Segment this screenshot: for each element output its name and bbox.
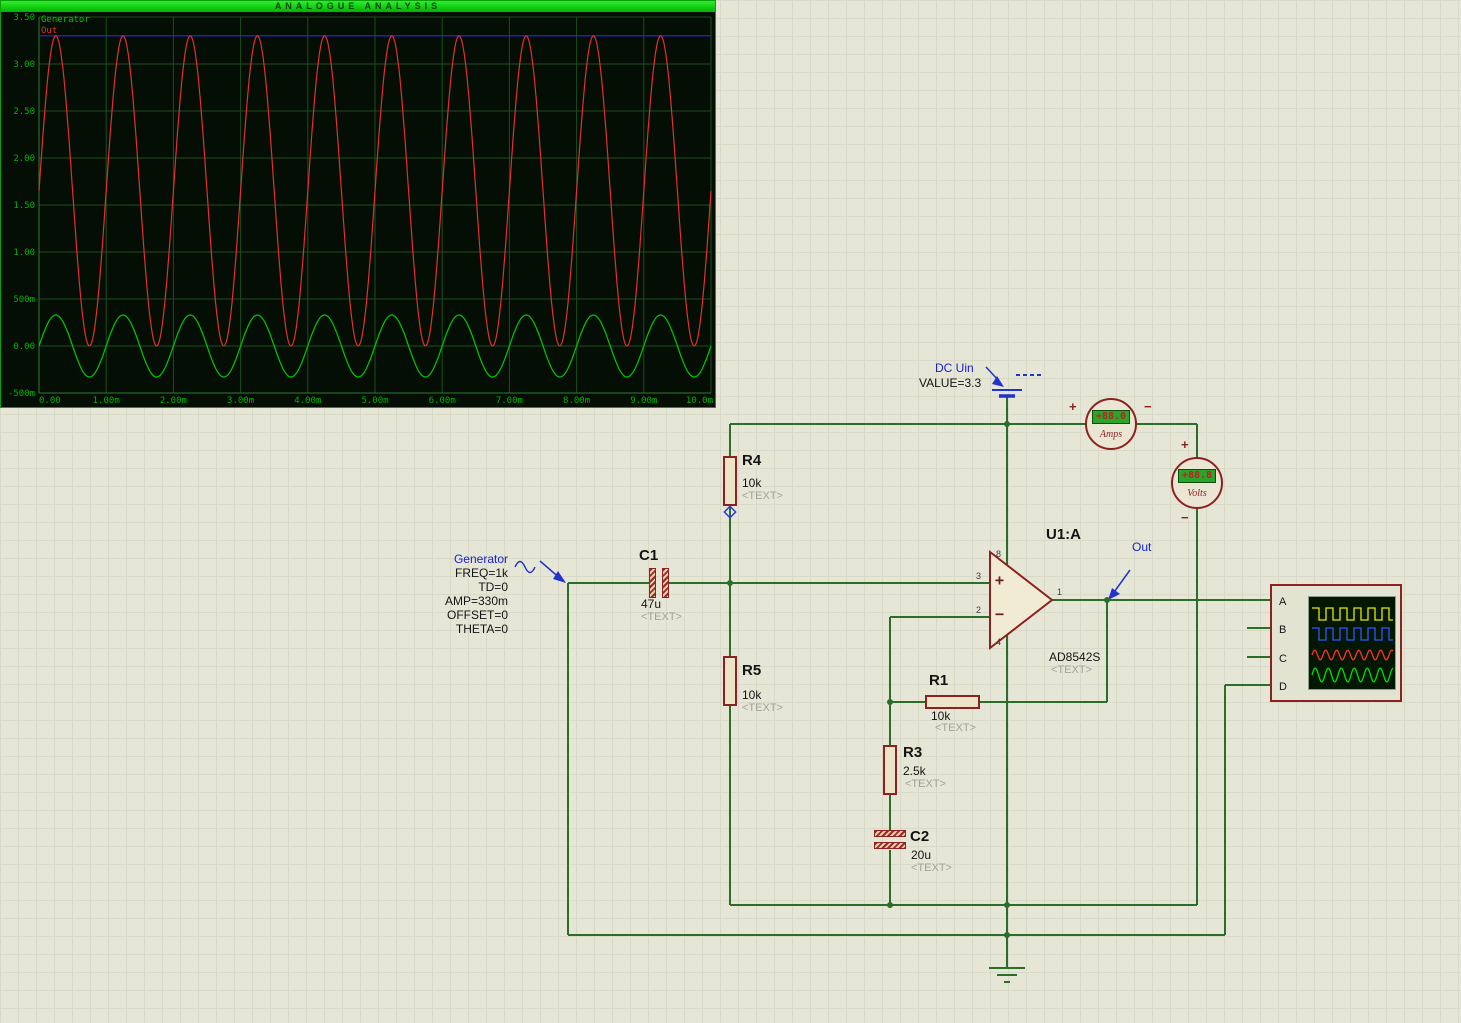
dc-source-symbol[interactable]: [982, 362, 1046, 400]
scope-screen: [1308, 596, 1396, 690]
capacitor-C1[interactable]: [649, 568, 656, 598]
voltmeter-display: +88.8: [1178, 469, 1216, 483]
y-tick: 0.00: [1, 342, 35, 352]
generator-symbol[interactable]: [508, 554, 570, 588]
C2-ref: C2: [910, 828, 929, 845]
opamp-U1A[interactable]: [990, 552, 1052, 648]
y-tick: 3.00: [1, 60, 35, 70]
opamp-pin-2: 2: [976, 605, 981, 615]
capacitor-C2[interactable]: [874, 830, 906, 837]
opamp-plus-sign: +: [995, 574, 1004, 586]
out-probe-symbol[interactable]: [1104, 556, 1136, 602]
opamp-ref: U1:A: [1046, 526, 1081, 543]
dc-source-value: VALUE=3.3: [919, 376, 981, 390]
analogue-analysis-window[interactable]: ANALOGUE ANALYSIS 3.50 3.00 2.50 2.00 1.50 1.…: [0, 0, 716, 408]
opamp-part: AD8542S: [1049, 650, 1100, 664]
y-tick: 3.50: [1, 13, 35, 23]
y-tick: 2.50: [1, 107, 35, 117]
voltmeter[interactable]: +88.8 Volts: [1171, 457, 1223, 509]
R3-ref: R3: [903, 744, 922, 761]
R1-text: <TEXT>: [935, 722, 976, 734]
dc-source-label: DC Uin: [935, 361, 974, 375]
x-tick: 7.00m: [491, 396, 527, 406]
C2-value: 20u: [911, 848, 931, 862]
scope-channel-c: C: [1279, 653, 1287, 665]
ground-symbol[interactable]: [985, 960, 1029, 988]
ammeter[interactable]: +88.0 Amps: [1085, 398, 1137, 450]
generator-prop-offset: OFFSET=0: [408, 608, 508, 622]
scope-channel-d: D: [1279, 681, 1287, 693]
generator-prop-theta: THETA=0: [408, 622, 508, 636]
R3-text: <TEXT>: [905, 778, 946, 790]
x-tick: 8.00m: [559, 396, 595, 406]
R5-ref: R5: [742, 662, 761, 679]
legend-generator: Generator: [41, 15, 90, 26]
voltmeter-label: Volts: [1173, 488, 1221, 499]
resistor-R1[interactable]: [925, 695, 980, 709]
opamp-minus-sign: −: [995, 608, 1004, 620]
ammeter-minus-mark: −: [1144, 399, 1152, 414]
capacitor-C1-plate[interactable]: [662, 568, 669, 598]
opamp-pin-4: 4: [996, 637, 1001, 647]
generator-name: Generator: [408, 552, 508, 566]
R5-value: 10k: [742, 688, 761, 702]
C1-ref: C1: [639, 547, 658, 564]
out-probe-label: Out: [1132, 540, 1151, 554]
R1-value: 10k: [931, 709, 950, 723]
C1-value: 47u: [641, 597, 661, 611]
ammeter-plus-mark: +: [1069, 399, 1077, 414]
capacitor-C2-plate[interactable]: [874, 842, 906, 849]
x-tick: 9.00m: [626, 396, 662, 406]
y-tick: 1.00: [1, 248, 35, 258]
schematic-canvas: Generator FREQ=1k TD=0 AMP=330m OFFSET=0…: [0, 0, 1461, 1023]
opamp-pin-3: 3: [976, 571, 981, 581]
generator-labels: Generator FREQ=1k TD=0 AMP=330m OFFSET=0…: [408, 552, 508, 636]
opamp-text: <TEXT>: [1051, 664, 1092, 676]
ammeter-display: +88.0: [1092, 410, 1130, 424]
x-tick: 2.00m: [155, 396, 191, 406]
x-tick: 10.0m: [677, 396, 713, 406]
x-tick: 1.00m: [88, 396, 124, 406]
voltmeter-plus-mark: +: [1181, 437, 1189, 452]
resistor-R3[interactable]: [883, 745, 897, 795]
generator-prop-freq: FREQ=1k: [408, 566, 508, 580]
R1-ref: R1: [929, 672, 948, 689]
x-tick: 5.00m: [357, 396, 393, 406]
x-tick: 0.00: [39, 396, 75, 406]
legend-out: Out: [41, 26, 90, 37]
scope-channel-a: A: [1279, 596, 1286, 608]
y-tick: 1.50: [1, 201, 35, 211]
y-tick: 500m: [1, 295, 35, 305]
graph-title-bar[interactable]: ANALOGUE ANALYSIS: [1, 1, 715, 12]
oscilloscope[interactable]: A B C D: [1270, 584, 1402, 702]
y-tick: 2.00: [1, 154, 35, 164]
C1-text: <TEXT>: [641, 611, 682, 623]
voltmeter-minus-mark: −: [1181, 510, 1189, 525]
R5-text: <TEXT>: [742, 702, 783, 714]
scope-channel-b: B: [1279, 624, 1286, 636]
R4-text: <TEXT>: [742, 490, 783, 502]
x-tick: 4.00m: [290, 396, 326, 406]
resistor-R4[interactable]: [723, 456, 737, 506]
R3-value: 2.5k: [903, 764, 926, 778]
R4-ref: R4: [742, 452, 761, 469]
generator-prop-td: TD=0: [408, 580, 508, 594]
opamp-pin-8: 8: [996, 549, 1001, 559]
R4-value: 10k: [742, 476, 761, 490]
x-tick: 3.00m: [223, 396, 259, 406]
graph-plot: 3.50 3.00 2.50 2.00 1.50 1.00 500m 0.00 -500m 0.…: [1, 12, 715, 408]
y-tick: -500m: [1, 389, 35, 399]
x-tick: 6.00m: [424, 396, 460, 406]
C2-text: <TEXT>: [911, 862, 952, 874]
ammeter-label: Amps: [1087, 429, 1135, 440]
resistor-R5[interactable]: [723, 656, 737, 706]
opamp-pin-1: 1: [1057, 587, 1062, 597]
generator-prop-amp: AMP=330m: [408, 594, 508, 608]
